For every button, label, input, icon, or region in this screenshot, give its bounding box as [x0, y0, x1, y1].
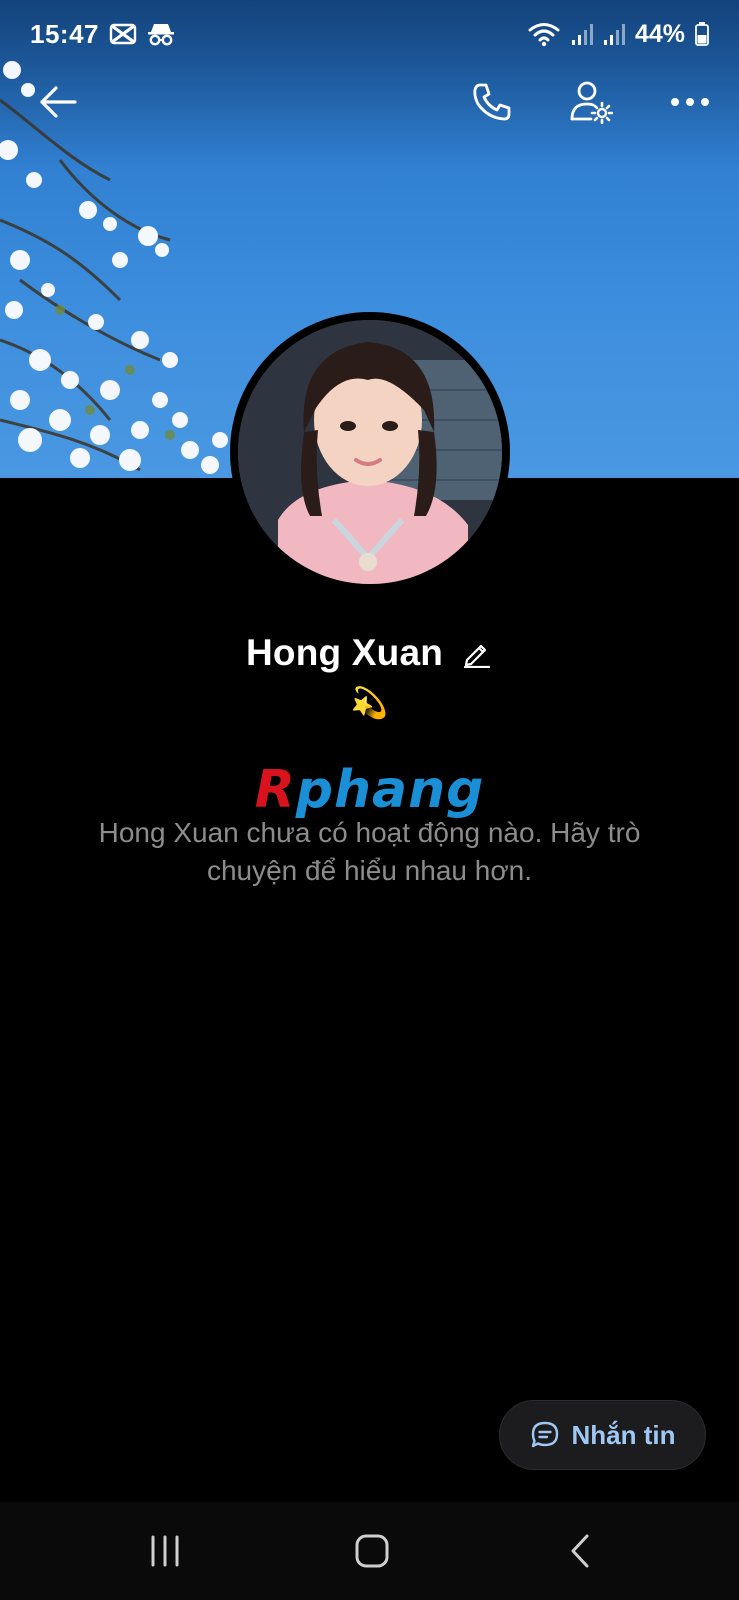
send-message-label: Nhắn tin: [571, 1419, 676, 1450]
home-button[interactable]: [342, 1526, 402, 1576]
back-button[interactable]: [32, 76, 84, 128]
incognito-icon: [148, 24, 174, 46]
signal-icon-sim2: [603, 24, 625, 45]
empty-activity-message: Hong Xuan chưa có hoạt động nào. Hãy trò…: [98, 817, 641, 886]
call-button[interactable]: [466, 76, 518, 128]
status-time: 15:47: [30, 18, 99, 49]
edit-name-button[interactable]: [461, 637, 493, 669]
pencil-icon: [463, 644, 491, 668]
system-back-button[interactable]: [550, 1526, 610, 1576]
watermark-letter: R: [254, 760, 296, 820]
capcut-icon: [109, 23, 137, 45]
avatar-photo: [238, 320, 502, 584]
system-navigation-bar: [0, 1502, 739, 1600]
battery-percent: 44%: [634, 19, 685, 48]
user-settings-icon: [570, 81, 613, 124]
recent-apps-button[interactable]: [135, 1526, 195, 1576]
signal-icon-sim1: [571, 24, 593, 45]
battery-icon: [695, 22, 709, 46]
status-bar: 15:47 44%: [0, 0, 739, 68]
home-icon: [355, 1534, 389, 1568]
avatar-portrait-image: [238, 320, 502, 584]
profile-status-emoji[interactable]: 💫: [0, 684, 739, 724]
send-message-button[interactable]: Nhắn tin: [499, 1400, 706, 1470]
more-options-button[interactable]: [664, 76, 716, 128]
arrow-left-icon: [40, 86, 77, 118]
chat-bubble-icon: [531, 1421, 558, 1448]
wifi-icon: [528, 23, 560, 47]
phone-icon: [473, 83, 511, 121]
profile-screen: 15:47 44% Hong Xuan 💫 Rphang Hong Xuan c…: [0, 0, 739, 1600]
profile-name-row: Hong Xuan: [0, 626, 739, 680]
watermark-logo: Rphang: [0, 760, 739, 820]
app-bar: [0, 68, 739, 134]
profile-settings-button[interactable]: [565, 76, 617, 128]
status-right: 44%: [527, 20, 709, 49]
chevron-left-icon: [571, 1534, 589, 1568]
avatar[interactable]: [230, 312, 510, 592]
watermark-word: phang: [295, 760, 485, 820]
recent-apps-icon: [151, 1535, 179, 1567]
profile-name: Hong Xuan: [245, 632, 444, 673]
status-left: 15:47: [30, 19, 175, 50]
more-horizontal-icon: [671, 98, 709, 106]
